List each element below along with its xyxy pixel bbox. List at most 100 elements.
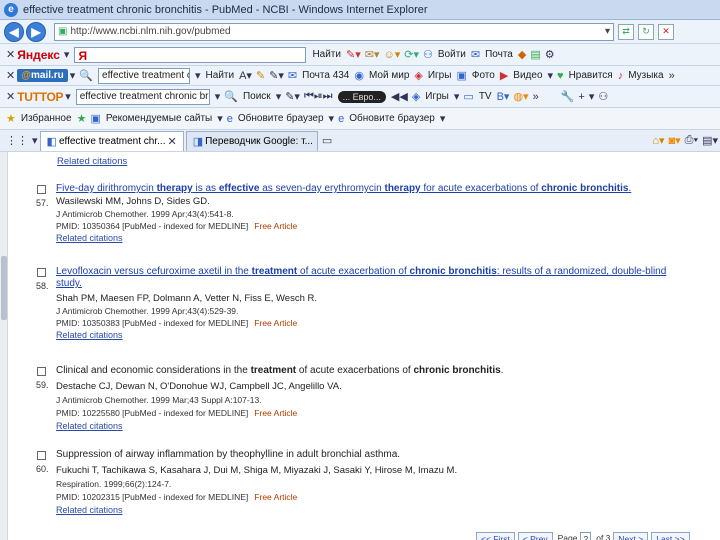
compat-view-icon[interactable]: ⇄: [618, 23, 634, 40]
tuttop-search-button[interactable]: Поиск: [243, 91, 271, 102]
font-size-icon[interactable]: A▾: [239, 69, 252, 82]
tab-list-icon[interactable]: ⋮⋮: [6, 134, 28, 147]
first-page-button[interactable]: << First: [476, 532, 515, 540]
last-page-button[interactable]: Last >>: [651, 532, 690, 540]
refresh-yandex-icon[interactable]: ⟳▾: [404, 48, 419, 61]
radio-station-display[interactable]: ... Евро...: [337, 90, 386, 103]
favorites-update-browser-1[interactable]: Обновите браузер: [238, 113, 324, 124]
media-controls-icon[interactable]: ⏮⏯⏭: [304, 90, 333, 103]
dropdown-icon[interactable]: ▾: [276, 90, 282, 103]
dropdown-icon[interactable]: ▾: [65, 90, 71, 103]
address-bar[interactable]: ▣ http://www.ncbi.nlm.nih.gov/pubmed ▾: [54, 22, 614, 41]
free-article-link[interactable]: Free Article: [254, 408, 297, 418]
liked-icon[interactable]: ♥: [557, 70, 564, 82]
yandex-logo[interactable]: Яндекс: [17, 48, 60, 62]
dropdown-icon[interactable]: ▾: [215, 90, 221, 103]
result-title-link[interactable]: Five-day dirithromycin therapy is as eff…: [56, 183, 688, 195]
add-icon[interactable]: +: [578, 91, 584, 103]
tv-icon[interactable]: ▭: [463, 90, 473, 103]
related-citations-link[interactable]: Related citations: [56, 421, 123, 431]
favorites-update-browser-2[interactable]: Обновите браузер: [349, 113, 435, 124]
mail-icon[interactable]: ✉: [471, 48, 480, 61]
chevron-right-icon[interactable]: »: [669, 70, 675, 82]
vk-icon[interactable]: B▾: [497, 90, 510, 103]
new-tab-icon[interactable]: ▭: [322, 134, 332, 147]
yandex-mail-button[interactable]: Почта: [485, 49, 513, 60]
related-citations-link[interactable]: Related citations: [56, 233, 123, 243]
mailru-myworld-button[interactable]: Мой мир: [369, 70, 409, 81]
dropdown-icon[interactable]: ▾: [64, 48, 70, 61]
favorites-button[interactable]: Избранное: [21, 113, 72, 124]
dropdown-icon[interactable]: ▾: [32, 134, 38, 147]
yandex-search-input[interactable]: Я: [74, 46, 307, 63]
photo-icon[interactable]: ▣: [456, 69, 466, 82]
home-icon[interactable]: ⌂▾: [652, 134, 664, 147]
select-checkbox[interactable]: [37, 268, 46, 277]
tuttop-logo[interactable]: TUTTOP: [17, 90, 63, 104]
close-icon[interactable]: ✕: [167, 135, 176, 148]
yandex-login-button[interactable]: Войти: [438, 49, 466, 60]
close-toolbar-icon[interactable]: ✕: [6, 48, 15, 61]
page-number-input[interactable]: 2: [580, 532, 592, 540]
notes-icon[interactable]: ✎▾: [269, 69, 284, 82]
games-icon[interactable]: ◈: [414, 69, 422, 82]
games-icon[interactable]: ◈: [412, 90, 420, 103]
free-article-link[interactable]: Free Article: [254, 318, 297, 328]
apps-icon[interactable]: ◆: [518, 48, 526, 61]
print-icon[interactable]: ⎙▾: [685, 134, 698, 147]
tab-translate[interactable]: ◨ Переводчик Google: т...: [185, 130, 318, 151]
mailru-find-button[interactable]: Найти: [206, 70, 235, 81]
my-world-icon[interactable]: ◉: [354, 69, 364, 82]
dropdown-icon[interactable]: ▾: [454, 90, 460, 103]
select-checkbox[interactable]: [37, 451, 46, 460]
mailru-logo[interactable]: @mail.ru: [17, 69, 68, 82]
mailru-liked-button[interactable]: Нравится: [569, 70, 613, 81]
select-checkbox[interactable]: [37, 367, 46, 376]
highlight-icon[interactable]: ✎: [256, 69, 265, 82]
refresh-icon[interactable]: ↻: [638, 23, 654, 40]
yandex-find-button[interactable]: Найти: [312, 49, 341, 60]
add-favorite-icon[interactable]: ★: [77, 112, 87, 125]
result-title[interactable]: Suppression of airway inflammation by th…: [56, 449, 688, 461]
mailru-games-button[interactable]: Игры: [428, 70, 452, 81]
dropdown-icon[interactable]: ▾: [329, 112, 335, 125]
mailbox-icon[interactable]: ✉: [288, 69, 297, 82]
chevron-right-icon[interactable]: »: [533, 91, 539, 103]
mailru-music-button[interactable]: Музыка: [628, 70, 663, 81]
related-citations-link[interactable]: Related citations: [56, 505, 123, 515]
dropdown-icon[interactable]: ▾: [70, 69, 76, 82]
panel-grip[interactable]: [1, 256, 7, 320]
rss-feed-icon[interactable]: ◙▾: [668, 134, 680, 147]
back-icon[interactable]: ◀: [4, 21, 24, 42]
mailru-mail-button[interactable]: Почта 434: [302, 70, 349, 81]
mailru-video-button[interactable]: Видео: [513, 70, 542, 81]
mailru-search-input[interactable]: effective treatment chron: [98, 67, 191, 84]
tuttop-tv-button[interactable]: TV: [479, 91, 492, 102]
select-checkbox[interactable]: [37, 185, 46, 194]
related-citations-link[interactable]: Related citations: [56, 330, 123, 340]
tuttop-search-input[interactable]: effective treatment chronic bronc: [75, 88, 210, 105]
prev-page-button[interactable]: < Prev: [517, 532, 553, 540]
address-dropdown-icon[interactable]: ▾: [605, 26, 610, 37]
tuttop-games-button[interactable]: Игры: [425, 91, 449, 102]
favorites-star-icon[interactable]: ★: [6, 112, 16, 125]
music-icon[interactable]: ♪: [618, 70, 624, 82]
mail-envelope-icon[interactable]: ✉▾: [365, 48, 380, 61]
volume-icon[interactable]: ◀◀: [391, 90, 408, 103]
video-icon[interactable]: ▶: [500, 69, 508, 82]
close-toolbar-icon[interactable]: ✕: [6, 69, 15, 82]
dropdown-icon[interactable]: ▾: [589, 90, 595, 103]
result-title[interactable]: Clinical and economic considerations in …: [56, 365, 688, 377]
ok-icon[interactable]: ◍▾: [513, 90, 528, 103]
free-article-link[interactable]: Free Article: [254, 492, 297, 502]
bookmarks-icon[interactable]: ▤: [530, 48, 540, 61]
stop-icon[interactable]: ✕: [658, 23, 674, 40]
favorites-suggested-sites[interactable]: Рекомендуемые сайты: [106, 113, 212, 124]
dropdown-icon[interactable]: ▾: [217, 112, 223, 125]
page-menu-icon[interactable]: ▤▾: [702, 134, 718, 147]
forward-icon[interactable]: ▶: [26, 21, 46, 42]
dropdown-icon[interactable]: ▾: [195, 69, 201, 82]
user-icon[interactable]: ⚇: [423, 48, 433, 61]
user-icon[interactable]: ⚇: [598, 90, 608, 103]
next-page-button[interactable]: Next >: [613, 532, 649, 540]
